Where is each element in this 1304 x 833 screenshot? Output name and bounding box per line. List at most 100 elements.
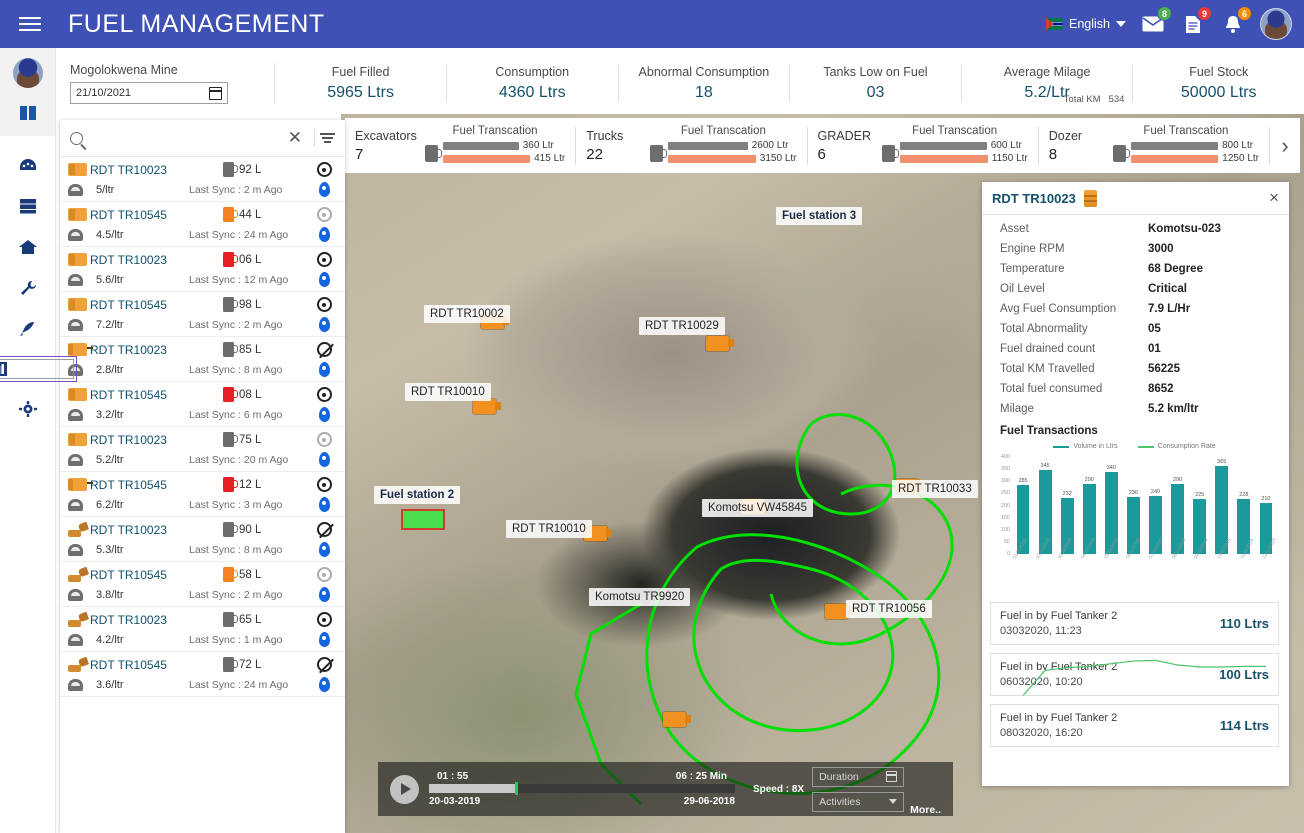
focus-toggle[interactable] — [311, 342, 337, 357]
focus-toggle[interactable] — [311, 522, 337, 537]
map-label[interactable]: RDT TR10010 — [506, 520, 592, 538]
close-icon[interactable]: × — [1269, 188, 1279, 208]
map-truck-marker[interactable] — [473, 399, 501, 414]
focus-toggle[interactable] — [311, 162, 337, 177]
mine-selector[interactable]: Mogolokwena Mine 21/10/2021 — [56, 63, 276, 104]
map-pin-icon[interactable] — [318, 272, 330, 287]
list-item[interactable]: RDT TR10545 58 L 3.8/ltr Last Sync : 2 m Ag… — [60, 562, 345, 607]
map-pin-icon[interactable] — [318, 452, 330, 467]
map-truck-marker[interactable] — [825, 604, 853, 619]
activities-select[interactable]: Activities — [812, 791, 905, 812]
transaction-item[interactable]: Fuel in by Fuel Tanker 2 06032020, 10:20 1… — [990, 653, 1279, 696]
list-item[interactable]: RDT TR10023 92 L 5/ltr Last Sync : 2 m Ago — [60, 157, 345, 202]
mail-icon[interactable]: 8 — [1140, 6, 1172, 37]
transaction-item[interactable]: Fuel in by Fuel Tanker 2 08032020, 16:20 1… — [990, 704, 1279, 747]
map-label[interactable]: RDT TR10029 — [639, 317, 725, 335]
locate-on-map[interactable] — [311, 632, 337, 647]
crosshair-icon[interactable] — [316, 657, 332, 672]
map-label[interactable]: Komotsu VW45845 — [702, 499, 814, 517]
focus-toggle[interactable] — [311, 387, 337, 402]
list-item[interactable]: RDT TR10023 75 L 5.2/ltr Last Sync : 20 m A… — [60, 427, 345, 472]
map-pin-icon[interactable] — [318, 677, 330, 692]
map-label[interactable]: Fuel station 2 — [374, 486, 461, 504]
map-pin-icon[interactable] — [318, 227, 330, 242]
map-pin-icon[interactable] — [318, 362, 330, 377]
crosshair-icon[interactable] — [316, 432, 332, 447]
map-label[interactable]: RDT TR10033 — [892, 480, 978, 498]
locate-on-map[interactable] — [311, 317, 337, 332]
document-icon[interactable]: 9 — [1180, 6, 1212, 37]
crosshair-icon[interactable] — [316, 297, 332, 312]
play-button[interactable] — [390, 774, 419, 804]
map-pin-icon[interactable] — [318, 407, 330, 422]
list-item[interactable]: RDT TR10545 44 L 4.5/ltr Last Sync : 24 m A… — [60, 202, 345, 247]
map-pin-icon[interactable] — [318, 317, 330, 332]
focus-toggle[interactable] — [311, 612, 337, 627]
map-label[interactable]: Komotsu TR9920 — [589, 588, 691, 606]
locate-on-map[interactable] — [311, 227, 337, 242]
locate-on-map[interactable] — [311, 182, 337, 197]
map-label[interactable]: Fuel station 3 — [776, 207, 863, 225]
focus-toggle[interactable] — [311, 207, 337, 222]
sidebar-item-reports[interactable] — [0, 356, 77, 382]
locate-on-map[interactable] — [311, 362, 337, 377]
sidebar-item-settings[interactable] — [17, 398, 39, 420]
duration-button[interactable]: Duration — [812, 766, 905, 787]
list-item[interactable]: RDT TR10545 12 L 6.2/ltr Last Sync : 3 m Ag… — [60, 472, 345, 517]
hamburger-menu-icon[interactable] — [6, 17, 54, 31]
locate-on-map[interactable] — [311, 407, 337, 422]
locate-on-map[interactable] — [311, 272, 337, 287]
focus-toggle[interactable] — [311, 432, 337, 447]
equipment-next-icon[interactable]: › — [1270, 133, 1300, 159]
timeline-handle[interactable] — [514, 782, 518, 795]
equipment-card-trucks[interactable]: Trucks 22 Fuel Transcation 2600 Ltr 3150 Ltr — [576, 125, 808, 165]
map-label[interactable]: RDT TR10002 — [424, 305, 510, 323]
locate-on-map[interactable] — [311, 452, 337, 467]
sidebar-avatar[interactable] — [12, 58, 43, 88]
crosshair-icon[interactable] — [316, 342, 332, 357]
map-pin-icon[interactable] — [318, 497, 330, 512]
filter-icon[interactable] — [320, 132, 335, 144]
timeline-track[interactable] — [429, 782, 735, 795]
locate-on-map[interactable] — [311, 542, 337, 557]
equipment-card-grader[interactable]: GRADER 6 Fuel Transcation 600 Ltr 1150 Ltr — [808, 125, 1039, 165]
equipment-card-excavators[interactable]: Excavators 7 Fuel Transcation 360 Ltr 415 Lt… — [345, 125, 577, 165]
map-truck-marker[interactable] — [663, 712, 691, 727]
sidebar-item-dashboard[interactable] — [17, 102, 39, 124]
map-label[interactable]: RDT TR10056 — [846, 600, 932, 618]
focus-toggle[interactable] — [311, 297, 337, 312]
sidebar-item-rocket[interactable] — [17, 318, 39, 340]
fuel-station-2-marker[interactable] — [401, 509, 445, 530]
playback-speed[interactable]: Speed : 8X — [753, 784, 804, 795]
map-pin-icon[interactable] — [318, 182, 330, 197]
language-selector[interactable]: English — [1046, 17, 1126, 31]
clear-search-icon[interactable]: ✕ — [281, 128, 309, 148]
equipment-card-dozer[interactable]: Dozer 8 Fuel Transcation 800 Ltr 1250 Ltr — [1039, 125, 1270, 165]
map-pin-icon[interactable] — [318, 542, 330, 557]
focus-toggle[interactable] — [311, 477, 337, 492]
focus-toggle[interactable] — [311, 657, 337, 672]
date-picker[interactable]: 21/10/2021 — [70, 82, 228, 104]
crosshair-icon[interactable] — [316, 567, 332, 582]
sidebar-item-home[interactable] — [17, 236, 39, 258]
locate-on-map[interactable] — [311, 497, 337, 512]
user-avatar[interactable] — [1260, 8, 1292, 40]
map-pin-icon[interactable] — [318, 587, 330, 602]
crosshair-icon[interactable] — [316, 162, 332, 177]
vehicle-list[interactable]: RDT TR10023 92 L 5/ltr Last Sync : 2 m Ago R… — [60, 157, 345, 833]
locate-on-map[interactable] — [311, 587, 337, 602]
bell-icon[interactable]: 6 — [1220, 6, 1252, 37]
list-item[interactable]: RDT TR10023 06 L 5.6/ltr Last Sync : 12 m A… — [60, 247, 345, 292]
locate-on-map[interactable] — [311, 677, 337, 692]
list-item[interactable]: RDT TR10545 98 L 7.2/ltr Last Sync : 2 m Ag… — [60, 292, 345, 337]
crosshair-icon[interactable] — [316, 522, 332, 537]
list-item[interactable]: RDT TR10023 90 L 5.3/ltr Last Sync : 8 m Ag… — [60, 517, 345, 562]
transaction-item[interactable]: Fuel in by Fuel Tanker 2 03032020, 11:23 1… — [990, 602, 1279, 645]
sidebar-item-server[interactable] — [17, 195, 39, 217]
list-item[interactable]: RDT TR10545 72 L 3.6/ltr Last Sync : 24 m A… — [60, 652, 345, 697]
search-input[interactable] — [93, 131, 281, 145]
crosshair-icon[interactable] — [316, 207, 332, 222]
focus-toggle[interactable] — [311, 567, 337, 582]
list-item[interactable]: RDT TR10545 08 L 3.2/ltr Last Sync : 6 m Ag… — [60, 382, 345, 427]
map-label[interactable]: RDT TR10010 — [405, 383, 491, 401]
